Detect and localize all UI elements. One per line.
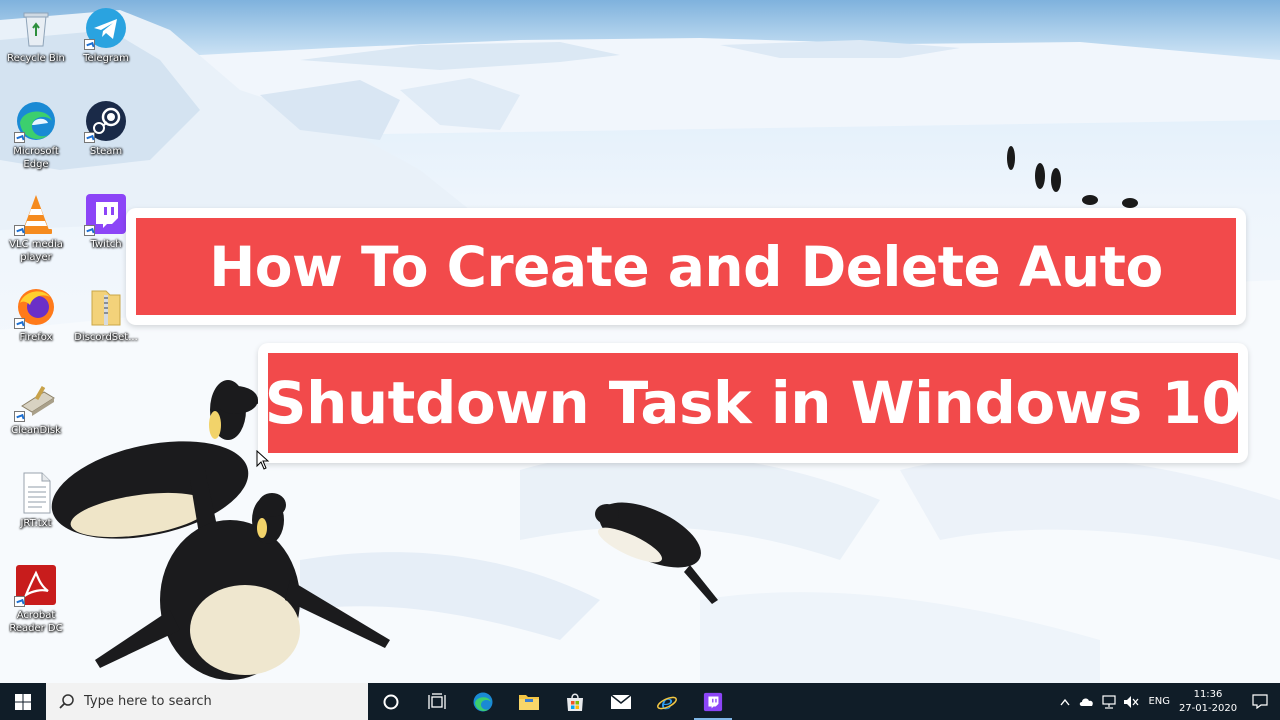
- taskbar-ie-button[interactable]: e: [644, 683, 690, 720]
- title-banner-text: How To Create and Delete Auto: [136, 218, 1236, 315]
- desktop-icon-label: VLC media player: [9, 239, 63, 263]
- desktop-icon-label: DiscordSet...: [74, 332, 138, 343]
- shortcut-arrow-icon: [14, 132, 25, 143]
- cortana-circle-icon: [383, 694, 399, 709]
- system-tray: ENG 11:36 27-01-2020: [1054, 683, 1280, 720]
- shortcut-arrow-icon: [84, 225, 95, 236]
- antarctic-penguins-scene: [0, 10, 1280, 683]
- network-icon: [1102, 694, 1117, 709]
- shortcut-arrow-icon: [14, 596, 25, 607]
- edge-icon: [14, 99, 58, 143]
- desktop-icon-label: Microsoft Edge: [13, 146, 59, 170]
- network-tray-button[interactable]: [1098, 683, 1120, 720]
- notification-icon: [1252, 694, 1268, 709]
- clock-time: 11:36: [1193, 688, 1223, 700]
- desktop-icon-edge[interactable]: Microsoft Edge: [0, 99, 72, 171]
- volume-muted-icon: [1124, 695, 1139, 708]
- title-banner-line-2: Shutdown Task in Windows 10: [258, 343, 1248, 463]
- search-placeholder: Type here to search: [84, 694, 212, 709]
- desktop-icon-recycle-bin[interactable]: Recycle Bin: [0, 6, 72, 65]
- desktop-icon-cleandisk[interactable]: CleanDisk: [0, 378, 72, 437]
- mouse-pointer-icon: [256, 449, 270, 474]
- desktop-icon-label: Firefox: [19, 332, 53, 343]
- shortcut-arrow-icon: [14, 318, 25, 329]
- desktop-icon-label: CleanDisk: [11, 425, 61, 436]
- twitch-icon: [84, 192, 128, 236]
- steam-icon: [84, 99, 128, 143]
- clock-date: 27-01-2020: [1178, 702, 1238, 714]
- volume-tray-button[interactable]: [1120, 683, 1142, 720]
- recycle-bin-icon: [14, 6, 58, 50]
- start-button[interactable]: [0, 683, 46, 720]
- show-hidden-icons-button[interactable]: [1054, 683, 1076, 720]
- action-center-button[interactable]: [1240, 683, 1280, 720]
- windows-logo-icon: [15, 693, 31, 710]
- taskbar-file-explorer-button[interactable]: [506, 683, 552, 720]
- search-icon: [59, 693, 74, 709]
- title-banner-line-1: How To Create and Delete Auto: [126, 208, 1246, 325]
- taskbar-clock[interactable]: 11:36 27-01-2020: [1176, 688, 1240, 716]
- desktop-icon-vlc[interactable]: VLC media player: [0, 192, 72, 264]
- cortana-button[interactable]: [368, 683, 414, 720]
- desktop-wallpaper: [0, 0, 1280, 683]
- shortcut-arrow-icon: [84, 132, 95, 143]
- desktop-icon-acrobat[interactable]: Acrobat Reader DC: [0, 563, 72, 635]
- edge-icon: [473, 692, 493, 711]
- taskbar-search-box[interactable]: Type here to search: [46, 683, 368, 720]
- shortcut-arrow-icon: [14, 411, 25, 422]
- taskbar-mail-button[interactable]: [598, 683, 644, 720]
- desktop-icon-label: Steam: [89, 146, 123, 157]
- taskbar-twitch-button[interactable]: [690, 683, 736, 720]
- telegram-icon: [84, 6, 128, 50]
- desktop-icon-label: Telegram: [83, 53, 129, 64]
- vlc-cone-icon: [14, 192, 58, 236]
- taskbar-store-button[interactable]: [552, 683, 598, 720]
- desktop-icon-label: Recycle Bin: [7, 53, 65, 64]
- desktop-icon-label: JRT.txt: [20, 518, 52, 529]
- text-file-icon: [14, 471, 58, 515]
- desktop-icon-jrt-txt[interactable]: JRT.txt: [0, 471, 72, 530]
- desktop-icon-label: Acrobat Reader DC: [9, 610, 63, 634]
- shortcut-arrow-icon: [14, 225, 25, 236]
- task-view-button[interactable]: [414, 683, 460, 720]
- shortcut-arrow-icon: [84, 39, 95, 50]
- taskbar-edge-button[interactable]: [460, 683, 506, 720]
- input-language-indicator[interactable]: ENG: [1148, 696, 1170, 707]
- mail-icon: [610, 693, 632, 709]
- desktop-icon-steam[interactable]: Steam: [70, 99, 142, 158]
- cloud-icon: [1080, 697, 1094, 706]
- task-view-icon: [428, 692, 446, 709]
- desktop-icon-firefox[interactable]: Firefox: [0, 285, 72, 344]
- twitch-icon: [703, 692, 723, 711]
- firefox-icon: [14, 285, 58, 329]
- acrobat-reader-icon: [14, 563, 58, 607]
- chevron-up-icon: [1060, 698, 1070, 705]
- svg-text:e: e: [661, 691, 673, 713]
- cleandisk-icon: [14, 378, 58, 422]
- title-banner-text: Shutdown Task in Windows 10: [265, 353, 1242, 453]
- onedrive-tray-button[interactable]: [1076, 683, 1098, 720]
- file-explorer-icon: [519, 694, 539, 710]
- desktop-icon-telegram[interactable]: Telegram: [70, 6, 142, 65]
- taskbar: Type here to search e ENG 11:36 27-01-20…: [0, 683, 1280, 720]
- internet-explorer-icon: e: [657, 691, 677, 713]
- store-icon: [567, 693, 583, 711]
- zip-folder-icon: [84, 285, 128, 329]
